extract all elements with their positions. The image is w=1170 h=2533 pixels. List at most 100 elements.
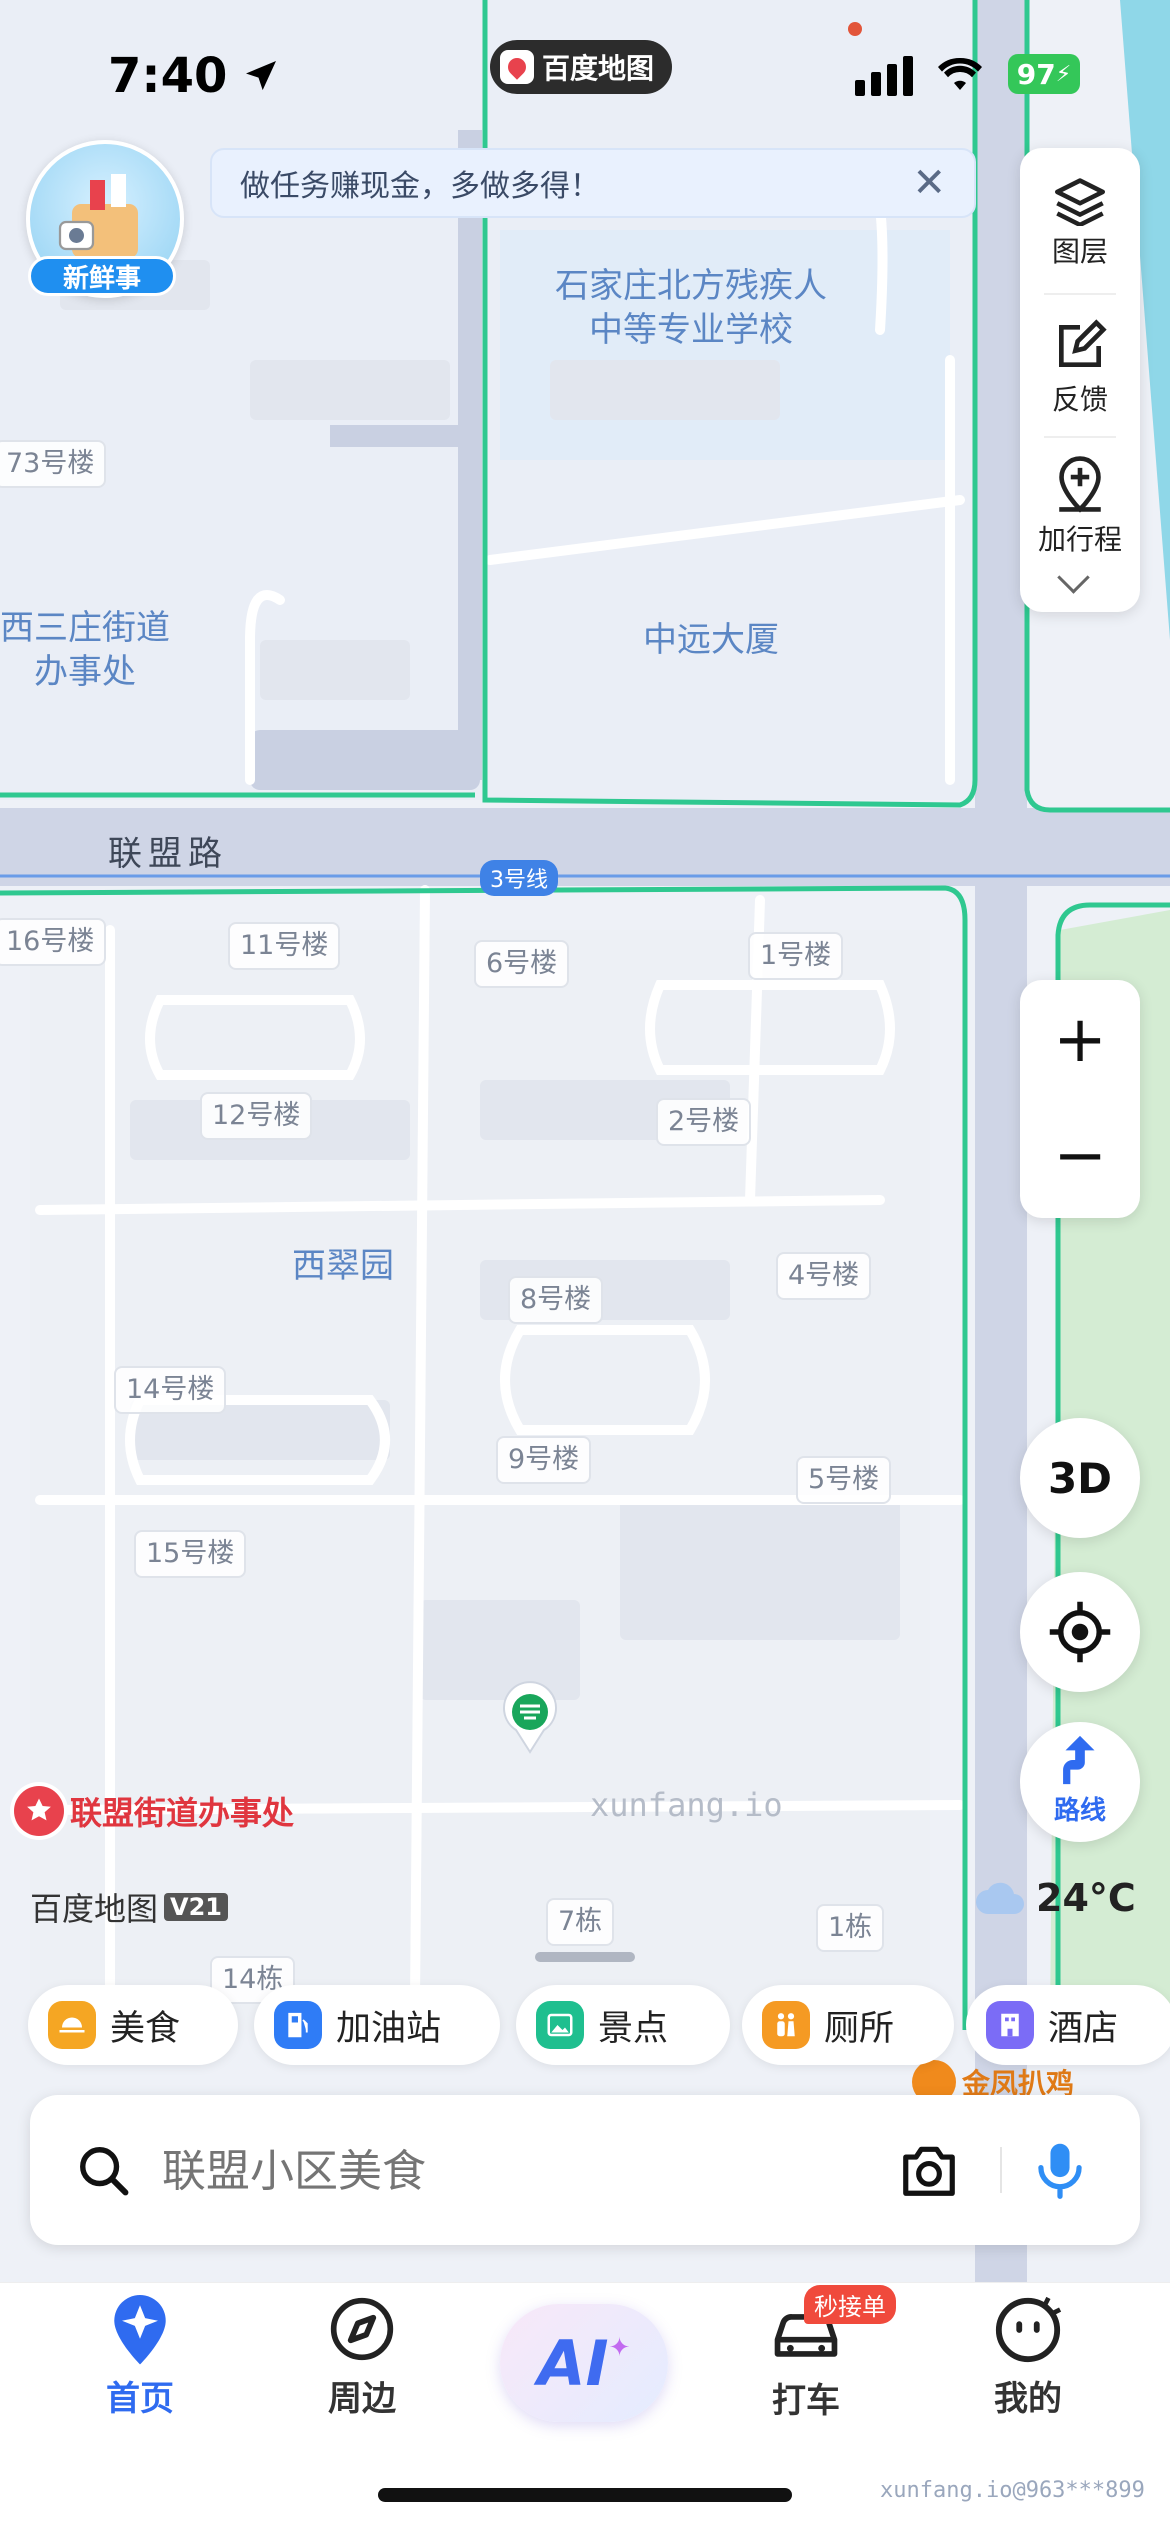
building-label[interactable]: 4号楼	[776, 1252, 872, 1300]
category-food[interactable]: 美食	[28, 1985, 238, 2065]
search-input[interactable]	[160, 2135, 884, 2207]
cloud-icon	[976, 1882, 1024, 1914]
baidu-map-icon	[500, 50, 534, 84]
chevron-down-icon[interactable]	[1057, 561, 1090, 594]
hotel-icon	[986, 2001, 1034, 2049]
category-toilet-label: 厕所	[824, 2008, 895, 2049]
battery-icon: 97 ⚡	[1008, 54, 1080, 94]
poi-marker-icon	[14, 1786, 64, 1836]
building-label[interactable]: 16号楼	[0, 918, 107, 966]
news-badge: 新鲜事	[28, 256, 176, 296]
food-icon	[48, 2001, 96, 2049]
microphone-icon[interactable]	[1030, 2139, 1090, 2201]
wifi-icon	[938, 57, 982, 90]
tab-nearby-label: 周边	[328, 2379, 396, 2419]
search-bar[interactable]	[30, 2095, 1140, 2245]
metro-line-badge[interactable]: 3号线	[480, 860, 558, 896]
view-3d-button[interactable]: 3D	[1020, 1418, 1140, 1538]
tool-layers-label: 图层	[1051, 235, 1108, 268]
status-bar: 7:40 百度地图 97 ⚡	[0, 22, 1170, 110]
route-arrow-icon	[1063, 1735, 1095, 1785]
category-toilet[interactable]: 厕所	[742, 1985, 954, 2065]
tool-layers[interactable]: 图层	[1020, 176, 1140, 270]
label-residential[interactable]: 西翠园	[292, 1244, 394, 1288]
recording-dot	[848, 22, 862, 36]
home-pin-icon	[114, 2295, 166, 2365]
category-gas-station-label: 加油站	[336, 2008, 442, 2049]
locate-icon	[1049, 1601, 1111, 1663]
promo-banner-text: 做任务赚现金，多做多得！	[240, 169, 600, 204]
building-label[interactable]: 2号楼	[656, 1098, 752, 1146]
building-label[interactable]: 15号楼	[134, 1530, 247, 1578]
zoom-control: + −	[1020, 980, 1140, 1218]
building-label[interactable]: 7栋	[546, 1898, 615, 1946]
sheet-handle[interactable]	[535, 1952, 635, 1962]
feedback-icon	[1059, 319, 1107, 367]
toilet-icon	[762, 2001, 810, 2049]
compass-icon	[330, 2297, 394, 2361]
taxi-badge: 秒接单	[804, 2285, 896, 2324]
side-tools-panel: 图层 反馈 加行程	[1020, 148, 1140, 612]
promo-banner[interactable]: 做任务赚现金，多做多得！ ✕	[210, 148, 976, 218]
category-food-label: 美食	[110, 2008, 181, 2049]
building-label[interactable]: 14号楼	[114, 1366, 227, 1414]
scenic-icon	[536, 2001, 584, 2049]
tab-ai[interactable]: AI ✦	[500, 2304, 668, 2422]
route-button[interactable]: 路线	[1020, 1722, 1140, 1842]
building-label[interactable]: 8号楼	[508, 1276, 604, 1324]
tab-ai-label: AI	[537, 2326, 609, 2400]
category-scenic[interactable]: 景点	[516, 1985, 730, 2065]
building-label[interactable]: 73号楼	[0, 440, 107, 488]
tab-taxi[interactable]: 打车 秒接单	[726, 2285, 896, 2422]
tab-home[interactable]: 首页	[60, 2295, 220, 2420]
camera-icon[interactable]	[898, 2141, 960, 2199]
road-label: 联盟路	[108, 834, 228, 874]
map-logo-version: V21	[164, 1893, 228, 1921]
poi-office[interactable]: 联盟街道办事处	[14, 1786, 294, 1836]
category-gas-station[interactable]: 加油站	[254, 1985, 500, 2065]
signal-icon	[855, 56, 913, 96]
building-label[interactable]: 6号楼	[474, 940, 570, 988]
tool-add-trip[interactable]: 加行程	[1020, 454, 1140, 558]
add-trip-icon	[1059, 456, 1101, 513]
tool-feedback[interactable]: 反馈	[1020, 318, 1140, 418]
tool-add-trip-label: 加行程	[1037, 523, 1122, 556]
location-arrow-icon	[246, 61, 277, 91]
zoom-in-button[interactable]: +	[1020, 990, 1140, 1090]
building-label[interactable]: 12号楼	[200, 1092, 313, 1140]
sparkle-icon: ✦	[608, 2333, 631, 2363]
view-3d-label: 3D	[1047, 1453, 1113, 1503]
building-label[interactable]: 5号楼	[796, 1456, 892, 1504]
footer-watermark: xunfang.io@963***899	[880, 2478, 1145, 2503]
search-icon	[80, 2147, 129, 2196]
building-label[interactable]: 1号楼	[748, 932, 844, 980]
building-label[interactable]: 1栋	[816, 1904, 885, 1952]
category-scenic-label: 景点	[598, 2008, 669, 2049]
status-time: 7:40	[108, 48, 281, 104]
building-label[interactable]: 11号楼	[228, 922, 341, 970]
tab-mine-label: 我的	[994, 2379, 1062, 2419]
weather-temp: 24°C	[1036, 1876, 1136, 1920]
route-label: 路线	[1053, 1796, 1106, 1826]
home-indicator	[378, 2488, 792, 2502]
label-tower[interactable]: 中远大厦	[643, 618, 779, 662]
layers-icon	[1055, 178, 1105, 228]
tab-nearby[interactable]: 周边	[282, 2295, 442, 2420]
close-icon[interactable]: ✕	[912, 163, 946, 203]
tab-mine[interactable]: 我的	[948, 2295, 1108, 2420]
label-school[interactable]: 石家庄北方残疾人 中等专业学校	[555, 264, 827, 352]
category-hotel[interactable]: 酒店	[966, 1985, 1170, 2065]
zoom-out-button[interactable]: −	[1020, 1106, 1140, 1206]
locate-button[interactable]	[1020, 1572, 1140, 1692]
label-office-left[interactable]: 西三庄街道 办事处	[0, 606, 170, 694]
news-promo-avatar[interactable]: 新鲜事	[26, 140, 184, 298]
map-watermark: xunfang.io	[590, 1786, 783, 1824]
weather-widget[interactable]: 24°C	[974, 1876, 1136, 1920]
app-badge[interactable]: 百度地图	[490, 40, 673, 94]
tab-home-label: 首页	[106, 2379, 174, 2419]
building-label[interactable]: 9号楼	[496, 1436, 592, 1484]
tool-feedback-label: 反馈	[1051, 383, 1108, 416]
map-logo-text: 百度地图	[30, 1890, 159, 1928]
profile-face-icon	[995, 2296, 1062, 2363]
tab-taxi-label: 打车	[772, 2381, 840, 2421]
